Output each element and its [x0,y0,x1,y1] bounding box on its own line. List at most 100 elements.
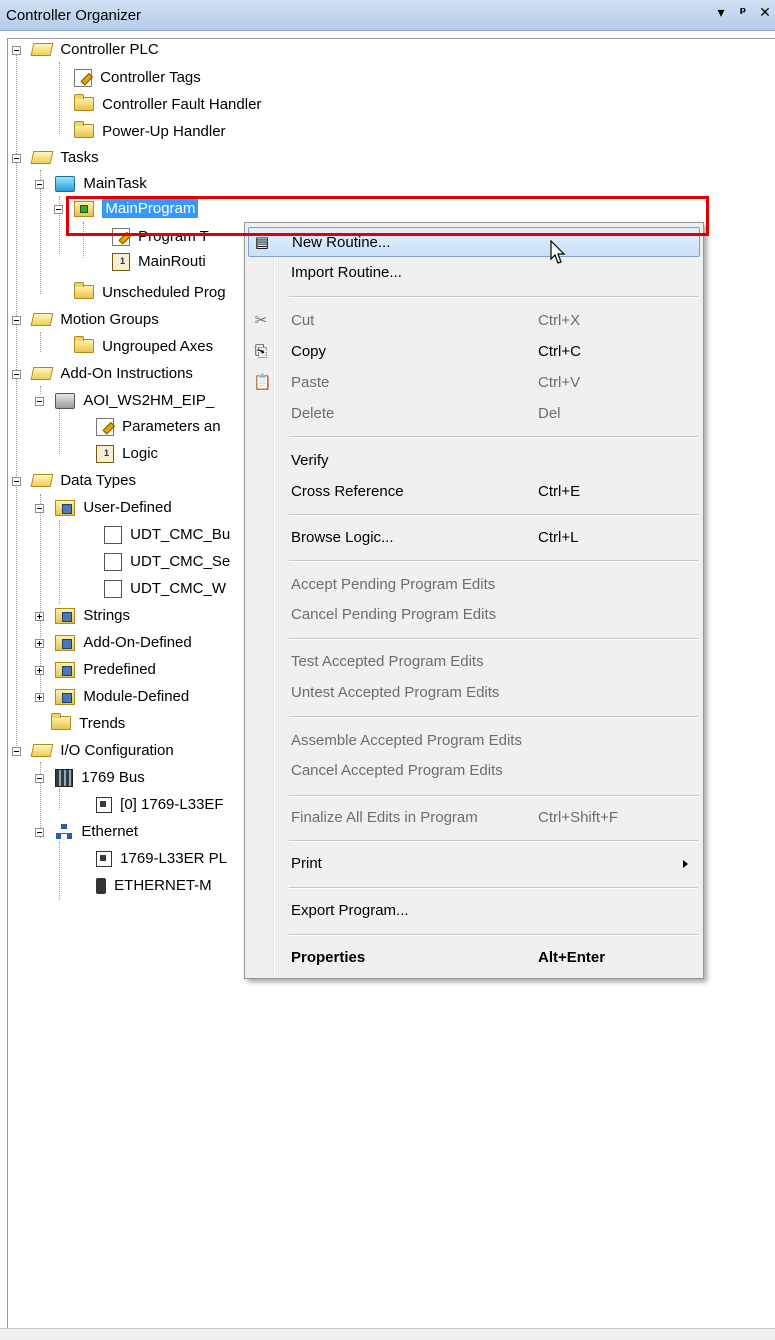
dropdown-icon[interactable]: ▾ [713,5,729,21]
tree-node-addon-defined[interactable]: Add-On-Defined [35,631,192,655]
tree-node-eth-module[interactable]: ETHERNET-M [96,874,212,898]
bus-icon [55,769,74,788]
tree-node-unscheduled[interactable]: Unscheduled Prog [74,281,226,305]
tree-node-udt[interactable]: UDT_CMC_Bu [104,523,230,547]
tree-node-tasks[interactable]: Tasks [12,146,99,170]
collapse-icon[interactable] [35,774,44,783]
menu-item-paste[interactable]: 📋 Paste Ctrl+V [248,368,700,398]
menu-item-assemble-accepted[interactable]: Assemble Accepted Program Edits [248,726,700,756]
menu-item-cross-reference[interactable]: Cross Reference Ctrl+E [248,477,700,507]
tree-node-program-tags[interactable]: Program T [112,225,209,249]
folder-icon [74,121,94,139]
title-buttons: ▾ ᵖ ✕ [713,5,773,21]
menu-item-verify[interactable]: Verify [248,446,700,476]
menu-item-delete[interactable]: Delete Del [248,399,700,429]
network-icon [55,824,73,840]
collapse-icon[interactable] [12,154,21,163]
menu-item-untest-accepted[interactable]: Untest Accepted Program Edits [248,678,700,708]
tree-line [83,222,84,258]
udt-icon [104,553,122,572]
tree-node-ungrouped-axes[interactable]: Ungrouped Axes [74,335,213,359]
menu-item-cut[interactable]: ✂ Cut Ctrl+X [248,306,700,336]
tree-node-motion-groups[interactable]: Motion Groups [12,308,159,332]
routine-icon [112,253,130,272]
collapse-icon[interactable] [12,316,21,325]
menu-separator [289,560,698,562]
menu-item-browse-logic[interactable]: Browse Logic... Ctrl+L [248,523,700,553]
tree-node-controller[interactable]: Controller PLC [12,38,159,62]
tree-node-data-types[interactable]: Data Types [12,469,136,493]
tags-icon [112,228,130,247]
tree-node-aoi-logic[interactable]: Logic [96,442,158,466]
collapse-icon[interactable] [35,180,44,189]
tree-node-strings[interactable]: Strings [35,604,130,628]
collapse-icon[interactable] [12,46,21,55]
menu-item-new-routine[interactable]: ▤ New Routine... [248,227,700,257]
context-menu[interactable]: ▤ New Routine... Import Routine... ✂ Cut… [244,222,704,979]
close-icon[interactable]: ✕ [757,5,773,21]
tree-node-bus-module[interactable]: [0] 1769-L33EF [96,793,224,817]
expand-icon[interactable] [35,612,44,621]
folder-open-icon [30,150,54,164]
menu-separator [289,887,698,889]
tree-node-aoi[interactable]: AOI_WS2HM_EIP_ [35,389,214,413]
tree-node-main-routine[interactable]: MainRouti [112,250,206,274]
tree-line [59,62,60,134]
menu-item-export-program[interactable]: Export Program... [248,896,700,926]
tree-node-main-program[interactable]: MainProgram [54,197,199,221]
collapse-icon[interactable] [35,828,44,837]
folder-icon [74,336,94,354]
tree-node-1769-bus[interactable]: 1769 Bus [35,766,145,790]
tree-node-udt[interactable]: UDT_CMC_Se [104,550,230,574]
collapse-icon[interactable] [54,205,63,214]
menu-item-import-routine[interactable]: Import Routine... [248,258,700,288]
module-icon [96,851,112,868]
tree-node-module-defined[interactable]: Module-Defined [35,685,189,709]
collapse-icon[interactable] [12,370,21,379]
menu-item-cancel-accepted[interactable]: Cancel Accepted Program Edits [248,756,700,786]
tree-node-trends[interactable]: Trends [51,712,125,736]
menu-item-properties[interactable]: Properties Alt+Enter [248,943,700,973]
tree-line [59,842,60,900]
expand-icon[interactable] [35,693,44,702]
tree-node-predefined[interactable]: Predefined [35,658,156,682]
tags-icon [96,418,114,437]
expand-icon[interactable] [35,666,44,675]
collapse-icon[interactable] [35,397,44,406]
tree-line [40,332,41,352]
folder-icon [74,282,94,300]
tree-node-fault-handler[interactable]: Controller Fault Handler [74,93,261,117]
panel-title-bar: Controller Organizer ▾ ᵖ ✕ [0,0,775,31]
collapse-icon[interactable] [12,747,21,756]
tree-node-udt[interactable]: UDT_CMC_W [104,577,226,601]
folder-icon [74,94,94,112]
menu-item-finalize-all[interactable]: Finalize All Edits in Program Ctrl+Shift… [248,803,700,833]
tree-node-ethernet[interactable]: Ethernet [35,820,138,844]
tree-node-eth-module[interactable]: 1769-L33ER PL [96,847,227,871]
menu-item-cancel-pending[interactable]: Cancel Pending Program Edits [248,600,700,630]
tree-node-addon-instructions[interactable]: Add-On Instructions [12,362,193,386]
task-icon [55,176,76,193]
menu-item-test-accepted[interactable]: Test Accepted Program Edits [248,647,700,677]
menu-separator [289,795,698,797]
menu-item-copy[interactable]: ⎘ Copy Ctrl+C [248,337,700,367]
folder-open-icon [30,366,54,380]
collapse-icon[interactable] [35,504,44,513]
expand-icon[interactable] [35,639,44,648]
tree-node-controller-tags[interactable]: Controller Tags [74,66,201,90]
tree-node-main-task[interactable]: MainTask [35,172,147,196]
menu-separator [289,514,698,516]
tree-node-aoi-params[interactable]: Parameters an [96,415,221,439]
menu-separator [289,436,698,438]
udt-icon [104,526,122,545]
collapse-icon[interactable] [12,477,21,486]
scissors-icon: ✂ [254,312,268,329]
udt-icon [104,580,122,599]
new-routine-icon: ▤ [254,234,270,251]
tree-node-io-config[interactable]: I/O Configuration [12,739,174,763]
menu-item-accept-pending[interactable]: Accept Pending Program Edits [248,570,700,600]
tree-node-user-defined[interactable]: User-Defined [35,496,172,520]
tree-node-powerup-handler[interactable]: Power-Up Handler [74,120,226,144]
menu-item-print[interactable]: Print [248,849,700,879]
pin-icon[interactable]: ᵖ [735,5,751,21]
